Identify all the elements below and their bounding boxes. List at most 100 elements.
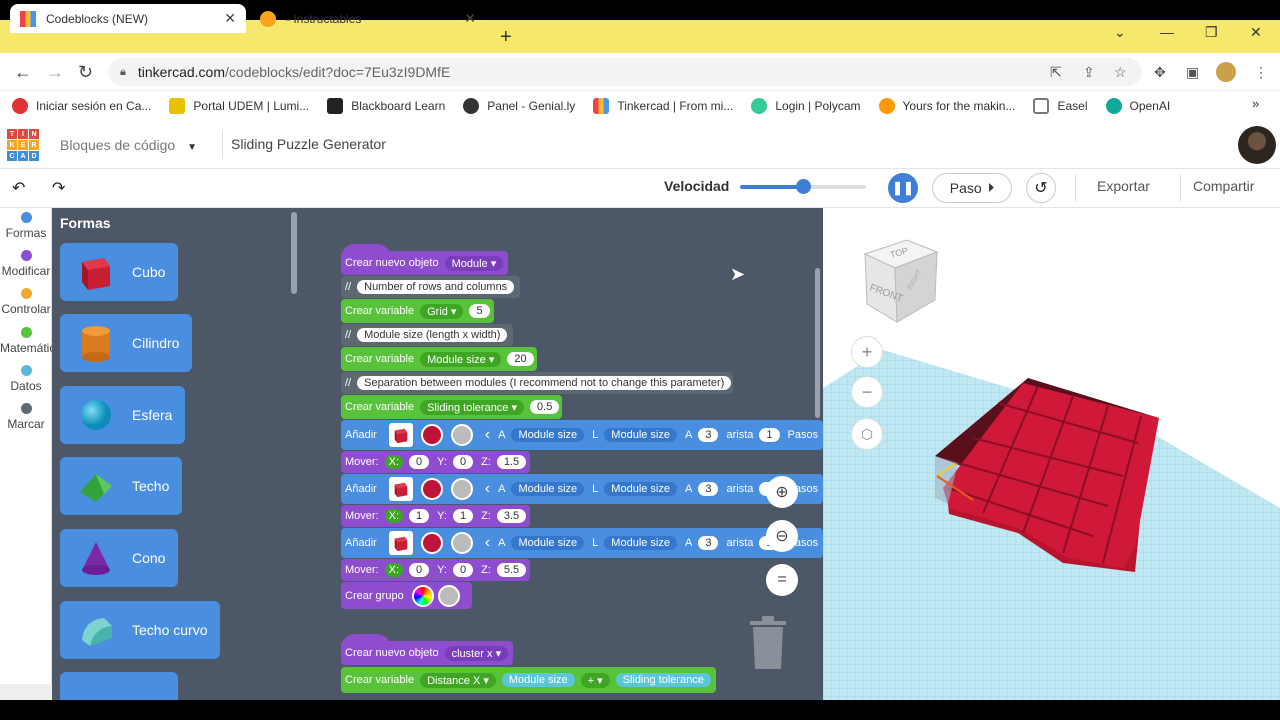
- collapse-chevron-icon[interactable]: ‹: [485, 426, 490, 444]
- variable-reporter[interactable]: Module size: [604, 428, 677, 442]
- create-variable-block[interactable]: Crear variable Sliding tolerance ▾ 0.5: [341, 395, 562, 419]
- close-tab-icon[interactable]: ✕: [224, 10, 236, 27]
- tab-search-icon[interactable]: ⌄: [1114, 24, 1126, 41]
- speed-slider-handle[interactable]: [796, 179, 811, 194]
- box-icon[interactable]: [388, 423, 413, 447]
- variable-reporter[interactable]: Module size: [511, 428, 585, 442]
- number-input[interactable]: 0: [409, 563, 430, 577]
- bookmark-item[interactable]: OpenAI: [1105, 98, 1170, 114]
- comment-block[interactable]: //Module size (length x width): [341, 324, 513, 346]
- zoom-in-icon[interactable]: ⊕: [766, 476, 798, 508]
- bookmark-item[interactable]: Tinkercad | From mi...: [593, 98, 733, 114]
- create-group-block[interactable]: Crear grupo: [341, 582, 472, 609]
- hole-swatch[interactable]: [437, 584, 460, 607]
- variable-reporter[interactable]: Module size: [511, 482, 585, 496]
- box-icon[interactable]: [388, 531, 413, 555]
- category-shapes[interactable]: Formas: [0, 212, 52, 240]
- zoom-out-icon[interactable]: ⊖: [766, 520, 798, 552]
- number-input[interactable]: 3.5: [496, 509, 527, 523]
- palette-scrollbar[interactable]: [291, 212, 297, 294]
- trash-icon[interactable]: [748, 615, 788, 670]
- comment-block[interactable]: //Separation between modules (I recommen…: [341, 372, 733, 394]
- add-shape-block[interactable]: Añadir ‹ A Module size L Module size A3 ar…: [341, 420, 823, 450]
- bookmark-star-icon[interactable]: ☆: [1114, 64, 1127, 81]
- undo-icon[interactable]: ↶: [12, 178, 25, 198]
- number-input[interactable]: 1: [452, 509, 474, 523]
- object-type-dropdown[interactable]: Module ▾: [444, 255, 504, 271]
- viewport-zoom-in-icon[interactable]: +: [851, 336, 883, 368]
- variable-dropdown[interactable]: Module size ▾: [420, 351, 502, 367]
- number-input[interactable]: 1: [409, 509, 430, 523]
- sidepanel-icon[interactable]: ▣: [1186, 64, 1199, 81]
- step-button[interactable]: Paso ⏵︎: [932, 173, 1012, 203]
- category-modify[interactable]: Modificar: [0, 250, 52, 278]
- variable-value[interactable]: 0.5: [530, 400, 560, 414]
- number-input[interactable]: 3: [698, 482, 719, 496]
- tab-codeblocks[interactable]: Codeblocks (NEW) ✕: [10, 4, 246, 33]
- viewport-zoom-out-icon[interactable]: −: [851, 376, 883, 408]
- palette-block-curved-roof[interactable]: Techo curvo: [60, 601, 220, 659]
- color-swatch[interactable]: [420, 424, 443, 446]
- collapse-chevron-icon[interactable]: ‹: [485, 480, 490, 498]
- mode-dropdown[interactable]: Bloques de código ▼: [60, 137, 197, 153]
- 3d-viewport[interactable]: TOP FRONT RIGHT + − ⬡: [823, 208, 1280, 700]
- more-bookmarks-button[interactable]: »: [1252, 96, 1259, 111]
- forward-icon[interactable]: →: [46, 62, 64, 83]
- design-title[interactable]: Sliding Puzzle Generator: [231, 136, 386, 152]
- category-mark[interactable]: Marcar: [0, 403, 52, 431]
- zoom-reset-icon[interactable]: =: [766, 564, 798, 596]
- multicolor-swatch[interactable]: [411, 584, 434, 607]
- comment-block[interactable]: //Number of rows and columns: [341, 276, 520, 298]
- restore-icon[interactable]: ❐: [1205, 24, 1218, 41]
- workspace-scrollbar[interactable]: [815, 268, 820, 418]
- create-variable-block[interactable]: Crear variable Grid ▾ 5: [341, 299, 494, 323]
- number-input[interactable]: 3: [698, 428, 719, 442]
- variable-reporter[interactable]: Module size: [511, 536, 585, 550]
- color-swatch[interactable]: [420, 478, 443, 500]
- variable-reporter[interactable]: Module size: [604, 482, 677, 496]
- profile-avatar[interactable]: [1216, 62, 1236, 82]
- user-avatar[interactable]: [1238, 126, 1276, 164]
- variable-value[interactable]: 5: [469, 304, 490, 318]
- move-block[interactable]: Mover: X: 0 Y: 0 Z: 5.5: [341, 559, 530, 581]
- extensions-icon[interactable]: ✥: [1154, 64, 1166, 81]
- number-input[interactable]: 5.5: [496, 563, 527, 577]
- hole-swatch[interactable]: [450, 532, 473, 554]
- comment-text[interactable]: Number of rows and columns: [357, 280, 515, 294]
- redo-icon[interactable]: ↷: [52, 178, 65, 198]
- category-control[interactable]: Controlar: [0, 288, 52, 316]
- create-object-block[interactable]: Crear nuevo objeto cluster x ▾: [341, 641, 513, 665]
- color-swatch[interactable]: [420, 532, 443, 554]
- reset-button[interactable]: ↺: [1026, 173, 1056, 203]
- category-data[interactable]: Datos: [0, 365, 52, 393]
- bookmark-item[interactable]: Easel: [1033, 98, 1088, 114]
- palette-block-cylinder[interactable]: Cilindro: [60, 314, 192, 372]
- close-tab-icon[interactable]: ✕: [464, 10, 476, 27]
- open-in-app-icon[interactable]: ⇱: [1050, 64, 1062, 81]
- variable-value[interactable]: 20: [507, 352, 534, 366]
- tab-instructables[interactable]: - Instructables ✕: [250, 4, 486, 33]
- operator-dropdown[interactable]: + ▾: [580, 672, 610, 688]
- pause-button[interactable]: ❚❚: [888, 173, 918, 203]
- reload-icon[interactable]: ↻: [78, 62, 93, 83]
- bookmark-item[interactable]: Blackboard Learn: [327, 98, 445, 114]
- variable-dropdown[interactable]: Sliding tolerance ▾: [420, 399, 525, 415]
- number-input[interactable]: 0: [452, 563, 474, 577]
- move-block[interactable]: Mover: X: 1 Y: 1 Z: 3.5: [341, 505, 530, 527]
- add-shape-block[interactable]: Añadir ‹ A Module size L Module size A3 ar…: [341, 528, 823, 558]
- variable-reporter[interactable]: Module size: [604, 536, 677, 550]
- variable-dropdown[interactable]: Grid ▾: [420, 303, 464, 319]
- share-button[interactable]: Compartir: [1193, 178, 1254, 194]
- object-type-dropdown[interactable]: cluster x ▾: [444, 645, 509, 661]
- url-input[interactable]: 🔒︎ tinkercad.com/codeblocks/edit?doc=7Eu…: [108, 58, 1142, 86]
- number-input[interactable]: 0: [452, 455, 474, 469]
- create-variable-block[interactable]: Crear variable Module size ▾ 20: [341, 347, 537, 371]
- bookmark-item[interactable]: Yours for the makin...: [878, 98, 1015, 114]
- bookmark-item[interactable]: Panel - Genial.ly: [463, 98, 575, 114]
- minimize-icon[interactable]: —: [1160, 24, 1174, 40]
- new-tab-button[interactable]: +: [500, 26, 512, 49]
- hole-swatch[interactable]: [450, 478, 473, 500]
- number-input[interactable]: 0: [409, 455, 430, 469]
- box-icon[interactable]: [388, 477, 413, 501]
- bookmark-item[interactable]: Login | Polycam: [751, 98, 861, 114]
